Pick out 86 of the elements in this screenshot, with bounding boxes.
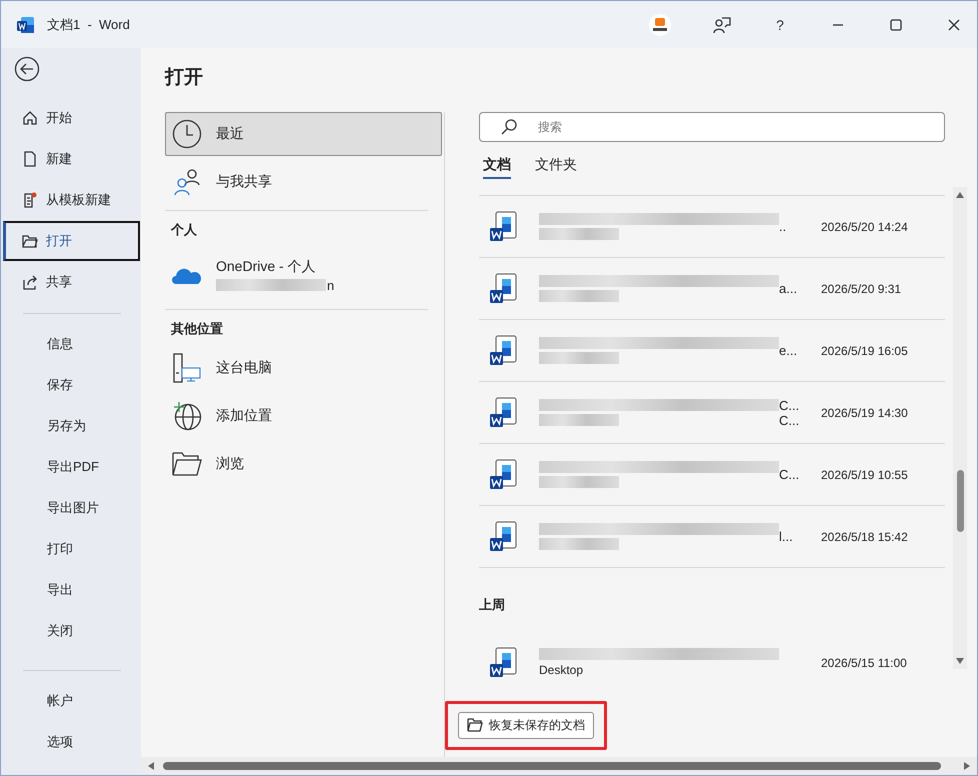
vertical-scrollbar[interactable] bbox=[953, 187, 967, 669]
group-heading: 上周 bbox=[479, 596, 506, 614]
word-document-icon bbox=[489, 210, 519, 242]
file-row[interactable]: .. 2026/5/20 14:24 bbox=[479, 196, 945, 258]
folder-icon bbox=[22, 233, 38, 249]
file-row[interactable]: e... 2026/5/19 16:05 bbox=[479, 320, 945, 382]
file-row[interactable]: C... C... 2026/5/19 14:30 bbox=[479, 382, 945, 444]
file-row[interactable]: C... 2026/5/19 10:55 bbox=[479, 444, 945, 506]
scroll-down-arrow-icon[interactable] bbox=[955, 657, 965, 665]
sidebar-item[interactable]: 帐户 bbox=[3, 681, 140, 721]
sidebar-item[interactable]: 新建 bbox=[3, 139, 140, 179]
text-fragment: C... bbox=[779, 467, 800, 482]
word-document-icon bbox=[489, 646, 519, 678]
sidebar-item[interactable]: 另存为 bbox=[3, 406, 140, 446]
section-heading: 个人 bbox=[170, 221, 198, 239]
sidebar-item[interactable]: 从模板新建 bbox=[3, 180, 140, 220]
home-icon bbox=[22, 110, 38, 126]
word-document-icon bbox=[489, 272, 519, 304]
word-logo-icon bbox=[17, 16, 35, 34]
sidebar-item[interactable]: 打开 bbox=[3, 221, 140, 261]
tab[interactable]: 文件夹 bbox=[535, 154, 577, 179]
sidebar-item[interactable]: 选项 bbox=[3, 722, 140, 762]
recover-unsaved-button[interactable]: 恢复未保存的文档 bbox=[458, 712, 594, 738]
text-fragment: n bbox=[327, 278, 334, 292]
sidebar-item[interactable]: 导出图片 bbox=[3, 488, 140, 528]
sidebar-item[interactable]: 共享 bbox=[3, 262, 140, 302]
file-time: 2026/5/18 15:42 bbox=[821, 530, 908, 544]
close-icon bbox=[948, 18, 960, 30]
text-fragment: C... bbox=[779, 412, 800, 428]
location-item[interactable]: 浏览 bbox=[165, 442, 442, 486]
text-fragment: l... bbox=[779, 529, 794, 544]
sidebar-item[interactable]: 导出PDF bbox=[3, 447, 140, 487]
horizontal-scrollbar[interactable] bbox=[141, 757, 977, 775]
sidebar-item[interactable]: 打印 bbox=[3, 529, 140, 569]
section-heading: 其他位置 bbox=[170, 320, 224, 338]
sidebar-item[interactable]: 信息 bbox=[3, 324, 140, 364]
text-fragment: C... bbox=[779, 398, 800, 412]
folder-icon bbox=[172, 451, 202, 477]
text-fragment: e... bbox=[779, 343, 798, 358]
share-icon bbox=[22, 274, 38, 290]
file-row[interactable]: Desktop 2026/5/15 11:00 bbox=[479, 632, 945, 678]
template-icon bbox=[22, 192, 38, 208]
file-row[interactable]: l... 2026/5/18 15:42 bbox=[479, 506, 945, 568]
folder-icon bbox=[467, 718, 483, 732]
location-item[interactable]: 与我共享 bbox=[165, 160, 442, 204]
file-row[interactable]: a... 2026/5/20 9:31 bbox=[479, 258, 945, 320]
sidebar-item[interactable]: 关闭 bbox=[3, 611, 140, 651]
search-field[interactable]: 搜索 bbox=[479, 112, 945, 142]
location-item[interactable]: 这台电脑 bbox=[165, 346, 442, 390]
back-button[interactable] bbox=[13, 56, 41, 84]
page-icon bbox=[22, 151, 38, 167]
file-time: 2026/5/20 14:24 bbox=[821, 220, 908, 234]
scroll-left-arrow-icon[interactable] bbox=[147, 761, 155, 771]
maximize-icon bbox=[890, 18, 902, 30]
word-document-icon bbox=[489, 458, 519, 490]
location-label: OneDrive - 个人 bbox=[216, 258, 317, 276]
tab[interactable]: 文档 bbox=[483, 154, 511, 179]
location-item[interactable]: 添加位置 bbox=[165, 394, 442, 438]
person-speech-icon bbox=[713, 16, 731, 34]
clock-icon bbox=[172, 119, 202, 149]
people-icon bbox=[172, 167, 202, 197]
file-time: 2026/5/19 10:55 bbox=[821, 468, 908, 482]
scroll-up-arrow-icon[interactable] bbox=[955, 191, 965, 199]
text-fragment: .. bbox=[779, 219, 788, 234]
text-fragment: a... bbox=[779, 281, 798, 296]
word-document-icon bbox=[489, 334, 519, 366]
sidebar-item[interactable]: 导出 bbox=[3, 570, 140, 610]
computer-icon bbox=[172, 353, 202, 383]
account-avatar-icon bbox=[649, 14, 671, 36]
file-location: Desktop bbox=[539, 663, 584, 677]
search-icon bbox=[501, 119, 517, 135]
file-time: 2026/5/15 11:00 bbox=[821, 656, 907, 670]
sidebar-item[interactable]: 保存 bbox=[3, 365, 140, 405]
location-item[interactable]: OneDrive - 个人 n bbox=[165, 247, 442, 303]
help-button[interactable]: ? bbox=[757, 2, 803, 48]
location-item[interactable]: 最近 bbox=[165, 112, 442, 156]
sidebar-item[interactable]: 开始 bbox=[3, 98, 140, 138]
scroll-right-arrow-icon[interactable] bbox=[963, 761, 971, 771]
file-time: 2026/5/19 16:05 bbox=[821, 344, 908, 358]
page-title: 打开 bbox=[165, 66, 204, 90]
word-document-icon bbox=[489, 520, 519, 552]
file-time: 2026/5/20 9:31 bbox=[821, 282, 902, 296]
file-time: 2026/5/19 14:30 bbox=[821, 406, 908, 420]
window-title: 文档1 - Word bbox=[47, 16, 130, 34]
globe-plus-icon bbox=[172, 401, 202, 431]
word-document-icon bbox=[489, 396, 519, 428]
